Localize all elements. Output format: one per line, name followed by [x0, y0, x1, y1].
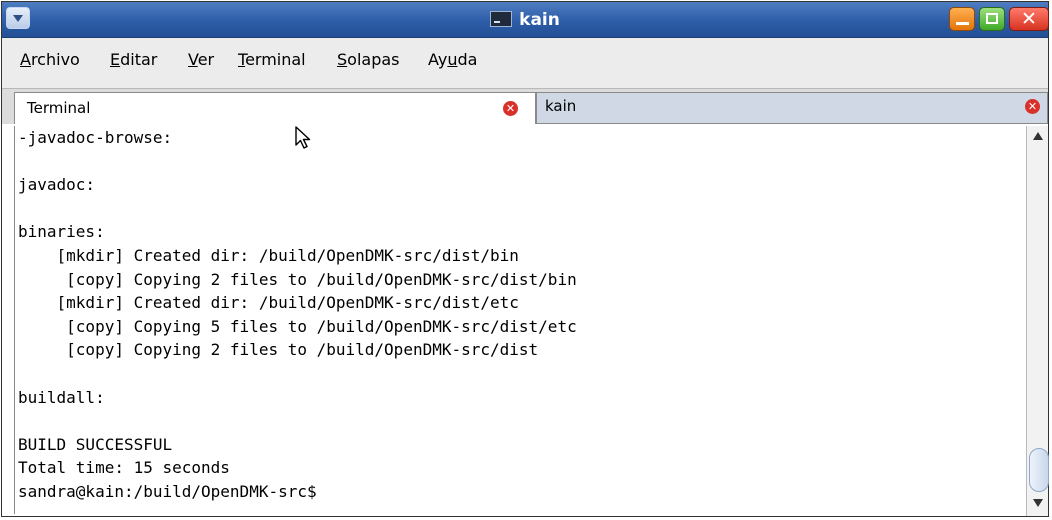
tab-kain[interactable]: kain ✕	[536, 92, 1048, 124]
close-circle-icon[interactable]: ✕	[1025, 99, 1040, 114]
menu-bar: Archivo Editar Ver Terminal Solapas Ayud…	[2, 38, 1048, 89]
title-bar[interactable]: kain ✕	[2, 2, 1049, 38]
terminal-line: binaries:	[18, 222, 105, 242]
maximize-icon	[986, 13, 998, 24]
maximize-button[interactable]	[979, 7, 1005, 31]
terminal-line: javadoc:	[18, 175, 96, 195]
close-icon: ✕	[1021, 8, 1037, 30]
minimize-icon	[956, 22, 969, 25]
menu-ver-mnemonic: V	[188, 50, 198, 69]
menu-editar[interactable]: Editar	[110, 50, 157, 69]
menu-solapas-mnemonic: S	[337, 50, 348, 69]
tab-bar: Terminal ✕ kain ✕	[2, 89, 1048, 124]
menu-ver[interactable]: Ver	[188, 50, 214, 69]
close-window-button[interactable]: ✕	[1009, 7, 1049, 31]
menu-ayuda[interactable]: Ayuda	[428, 50, 477, 69]
vertical-scrollbar[interactable]	[1026, 126, 1049, 516]
window-title: kain	[519, 10, 560, 30]
terminal-output[interactable]: -javadoc-browse: javadoc: binaries: [mkdir…	[14, 126, 1027, 514]
tab-label: kain	[545, 97, 577, 115]
tab-label: Terminal	[27, 99, 91, 117]
scroll-up-arrow-icon[interactable]	[1033, 132, 1043, 140]
terminal-line: sandra@kain:/build/OpenDMK-src$	[18, 481, 317, 501]
menu-editar-mnemonic: E	[110, 50, 121, 69]
terminal-line: [copy] Copying 5 files to /build/OpenDMK…	[18, 316, 577, 336]
menu-solapas[interactable]: Solapas	[337, 50, 400, 69]
terminal-icon	[490, 11, 513, 27]
window-title-area: kain	[2, 10, 1048, 30]
terminal-line: [mkdir] Created dir: /build/OpenDMK-src/…	[18, 245, 519, 265]
menu-ayuda-mnemonic: u	[447, 50, 458, 69]
minimize-button[interactable]	[949, 7, 975, 31]
terminal-line: [copy] Copying 2 files to /build/OpenDMK…	[18, 269, 577, 289]
menu-archivo-mnemonic: A	[20, 50, 31, 69]
terminal-window: kain ✕ Archivo Editar Ver Terminal Solap…	[1, 1, 1049, 517]
terminal-line: buildall:	[18, 387, 105, 407]
menu-terminal-mnemonic: T	[238, 50, 246, 69]
tab-terminal[interactable]: Terminal ✕	[14, 92, 536, 124]
scroll-thumb[interactable]	[1029, 448, 1049, 492]
mouse-pointer-icon	[295, 126, 311, 149]
close-circle-icon[interactable]: ✕	[503, 101, 518, 116]
terminal-line: Total time: 15 seconds	[18, 458, 230, 478]
terminal-line: BUILD SUCCESSFUL	[18, 434, 173, 454]
terminal-line: -javadoc-browse:	[18, 128, 173, 147]
menu-archivo[interactable]: Archivo	[20, 50, 80, 69]
menu-terminal[interactable]: Terminal	[238, 50, 306, 69]
terminal-line: [mkdir] Created dir: /build/OpenDMK-src/…	[18, 293, 519, 313]
scroll-down-arrow-icon[interactable]	[1033, 499, 1043, 507]
terminal-line: [copy] Copying 2 files to /build/OpenDMK…	[18, 340, 539, 360]
